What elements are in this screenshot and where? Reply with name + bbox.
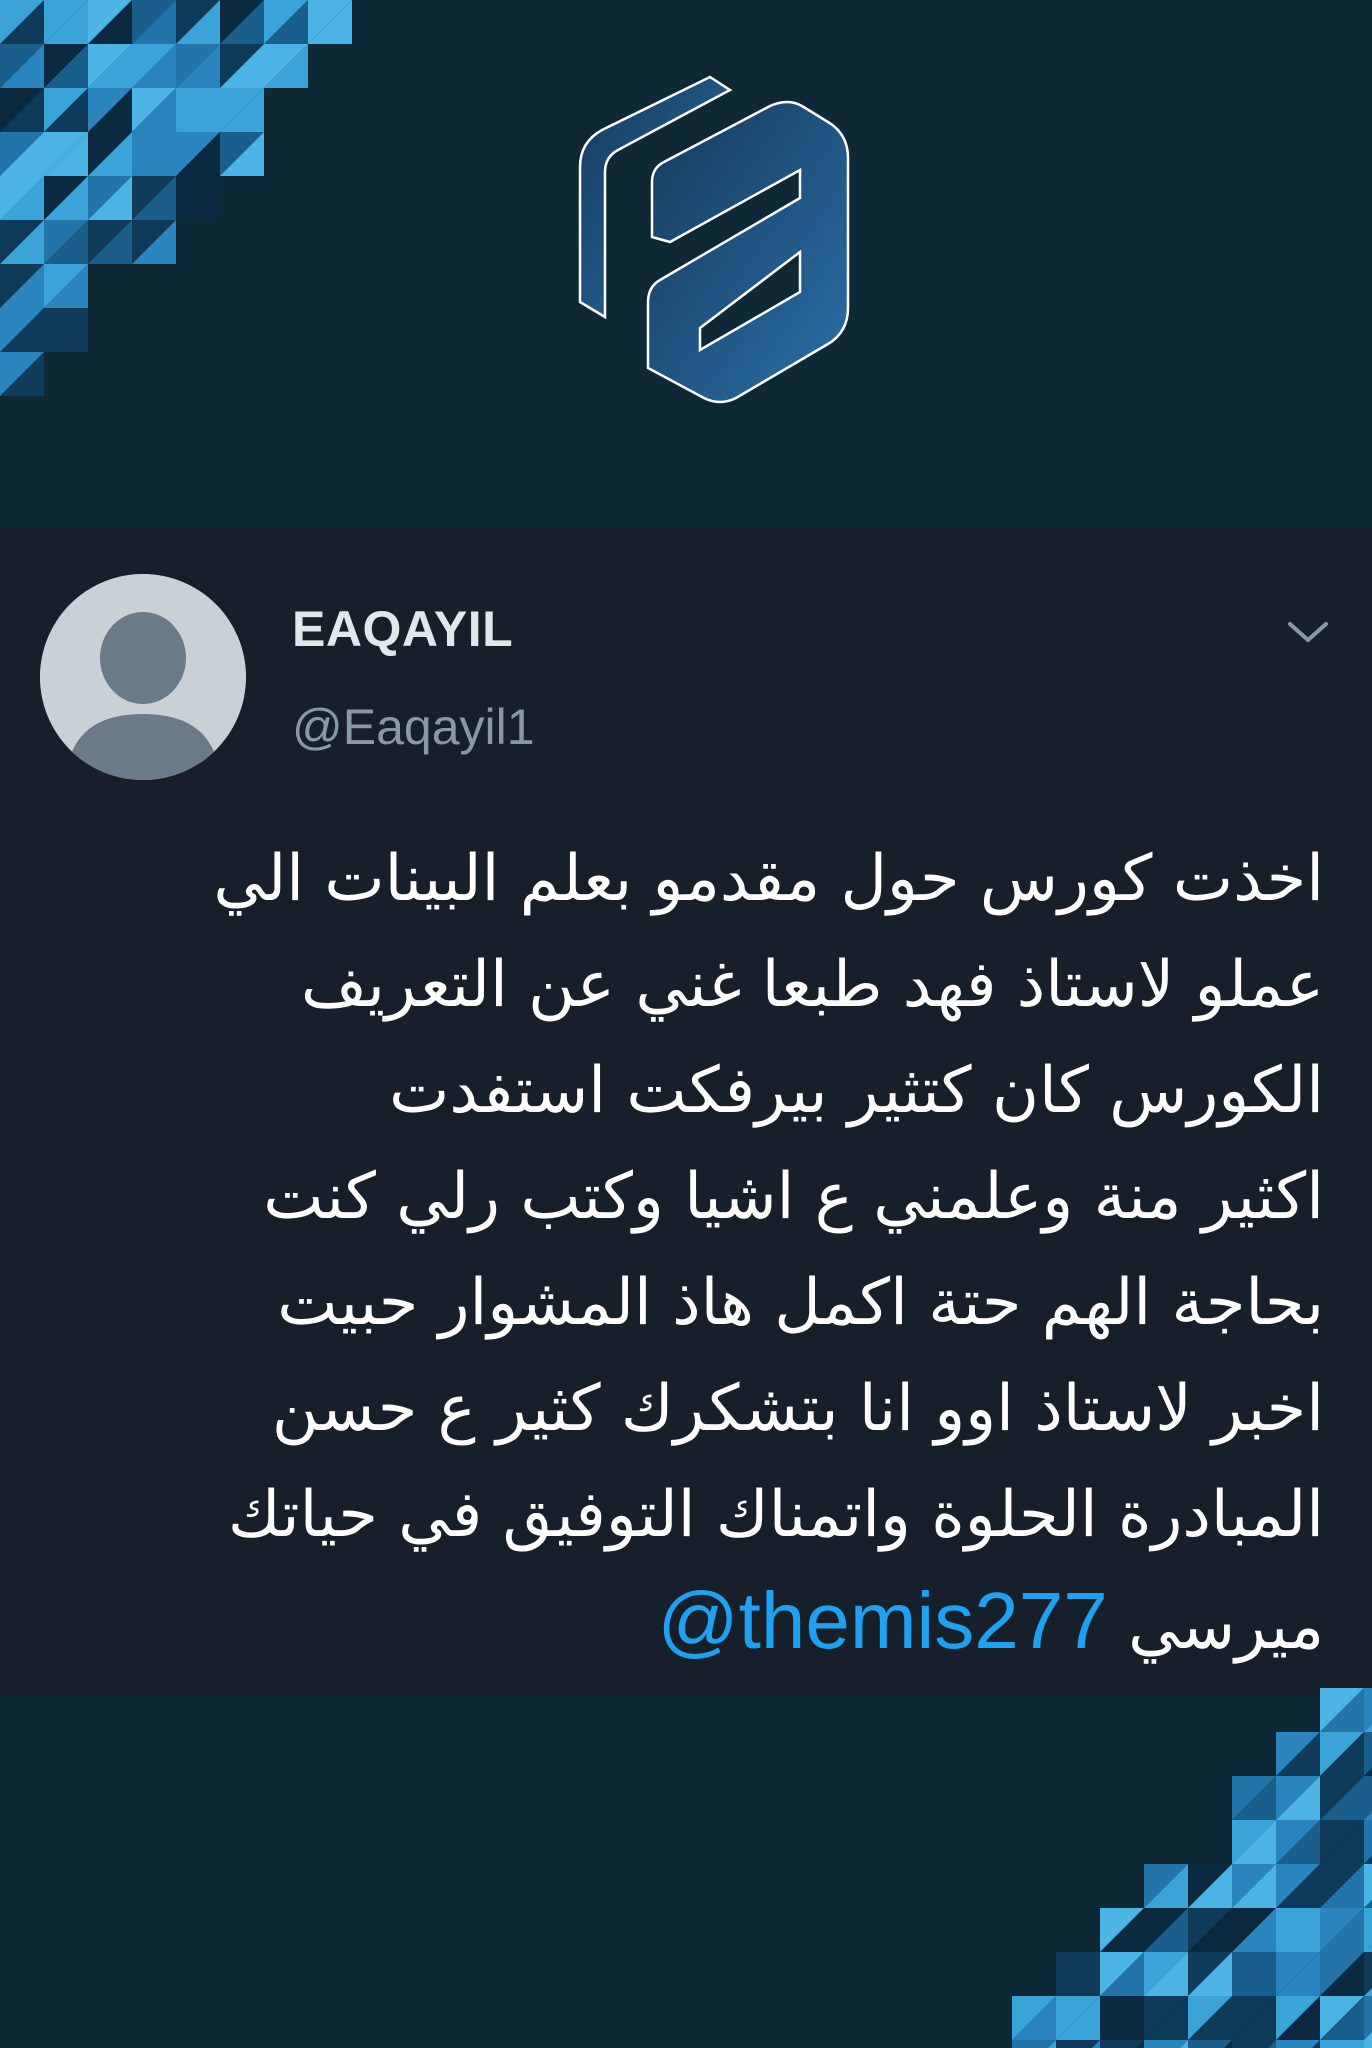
geometric-pattern-top-left [0,0,352,396]
tweet-text-line: المبادرة الحلوة واتمناك التوفيق في حياتك [227,1478,1324,1552]
tweet-card[interactable]: EAQAYIL @Eaqayil1 اخذت كورس حول مقدمو بع… [0,528,1372,1696]
chevron-down-icon[interactable] [1280,604,1336,660]
tweet-text-line: بحاجة الهم حتة اكمل هاذ المشوار حبيت [277,1266,1324,1340]
mention-link[interactable]: @themis277 [657,1576,1107,1665]
geometric-pattern-bottom-right [1012,1688,1372,2048]
author-handle[interactable]: @Eaqayil1 [292,698,535,756]
author-display-name[interactable]: EAQAYIL [292,600,513,658]
tweet-text-last-line: ميرسي @themis277 [64,1568,1324,1680]
tweet-text-line: اخبر لاستاذ اوو انا بتشكرك كثير ع حسن [271,1372,1324,1446]
brand-logo-icon [578,75,850,404]
tweet-text-line: اكثير منة وعلمني ع اشيا وكتب رلي كنت [263,1160,1324,1234]
tweet-text-word: ميرسي [1128,1590,1324,1664]
tweet-text-line: الكورس كان كتثير بيرفكت استفدت [389,1054,1324,1128]
tweet-text-line: عملو لاستاذ فهد طبعا غني عن التعريف [300,948,1324,1022]
default-user-avatar-icon[interactable] [40,574,246,780]
tweet-text-line: اخذت كورس حول مقدمو بعلم البينات الي [213,842,1324,916]
tweet-text: اخذت كورس حول مقدمو بعلم البينات الي عمل… [64,826,1324,1680]
